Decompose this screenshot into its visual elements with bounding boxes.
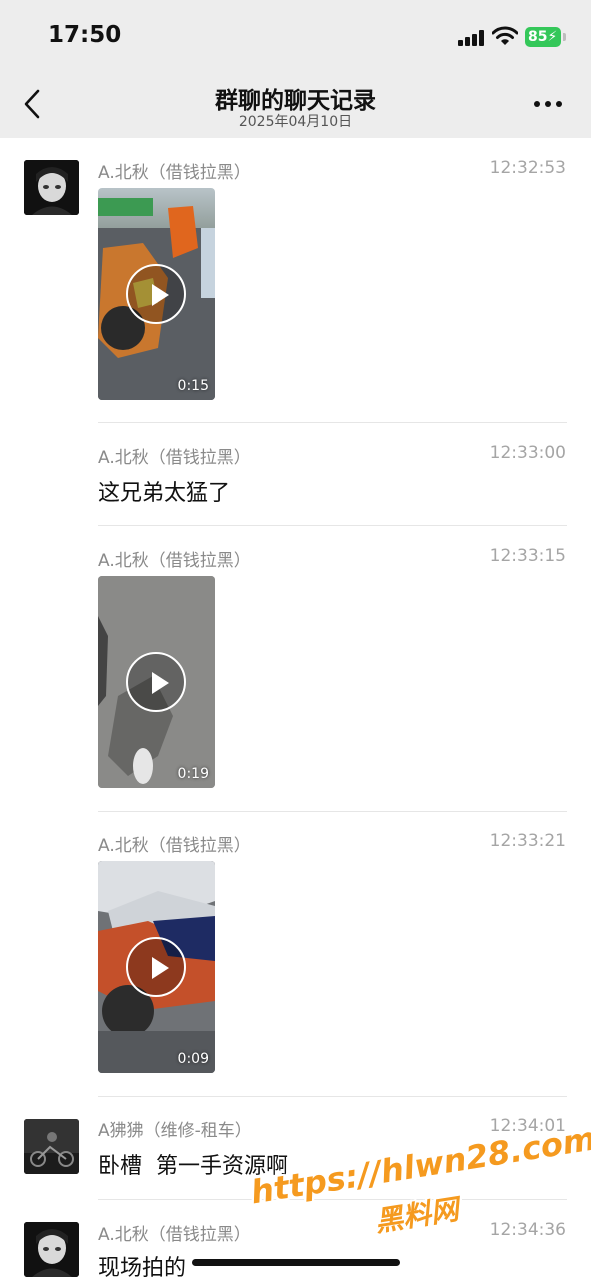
video-thumbnail[interactable]: 0:09 (98, 861, 215, 1073)
play-icon[interactable] (126, 652, 186, 712)
sender-name: A.北秋（借钱拉黑） (98, 1225, 251, 1245)
battery-level: 85 (528, 29, 548, 45)
play-icon[interactable] (126, 937, 186, 997)
message-time: 12:33:15 (489, 546, 566, 566)
message-time: 12:34:36 (489, 1220, 566, 1240)
video-duration: 0:15 (177, 378, 209, 394)
home-indicator[interactable] (192, 1259, 400, 1266)
nav-bar: 群聊的聊天记录 2025年04月10日 (0, 70, 591, 138)
message-time: 12:32:53 (489, 158, 566, 178)
message-text: 现场拍的 (98, 1256, 187, 1280)
wifi-icon (492, 26, 518, 45)
video-thumbnail[interactable]: 0:19 (98, 576, 215, 788)
sender-name: A.北秋（借钱拉黑） (98, 163, 251, 183)
message-time: 12:33:00 (489, 443, 566, 463)
avatar[interactable] (24, 160, 79, 215)
chat-message: A.北秋（借钱拉黑） 12:33:21 0:09 (0, 811, 591, 1097)
chat-message: A.北秋（借钱拉黑） 12:33:00 这兄弟太猛了 (0, 423, 591, 526)
play-icon[interactable] (126, 264, 186, 324)
message-time: 12:33:21 (489, 831, 566, 851)
page-title: 群聊的聊天记录 (215, 88, 376, 114)
more-button[interactable] (532, 98, 564, 110)
chat-message: A.北秋（借钱拉黑） 12:33:15 0:19 (0, 526, 591, 812)
video-thumbnail[interactable]: 0:15 (98, 188, 215, 400)
message-text: 这兄弟太猛了 (98, 481, 231, 506)
cellular-signal-icon (458, 30, 486, 46)
page-date: 2025年04月10日 (238, 114, 353, 130)
battery-icon: 85⚡ (525, 27, 561, 47)
avatar[interactable] (24, 1119, 79, 1174)
avatar[interactable] (24, 1222, 79, 1277)
status-time: 17:50 (48, 22, 122, 48)
video-duration: 0:09 (177, 1051, 209, 1067)
chat-message: A.北秋（借钱拉黑） 12:32:53 0:15 (0, 138, 591, 423)
sender-name: A.北秋（借钱拉黑） (98, 836, 251, 856)
sender-name: A.北秋（借钱拉黑） (98, 551, 251, 571)
sender-name: A狒狒（维修-租车） (98, 1121, 252, 1141)
sender-name: A.北秋（借钱拉黑） (98, 448, 251, 468)
battery-tip (563, 33, 566, 41)
status-bar: 17:50 85⚡ (0, 0, 591, 70)
video-duration: 0:19 (177, 766, 209, 782)
